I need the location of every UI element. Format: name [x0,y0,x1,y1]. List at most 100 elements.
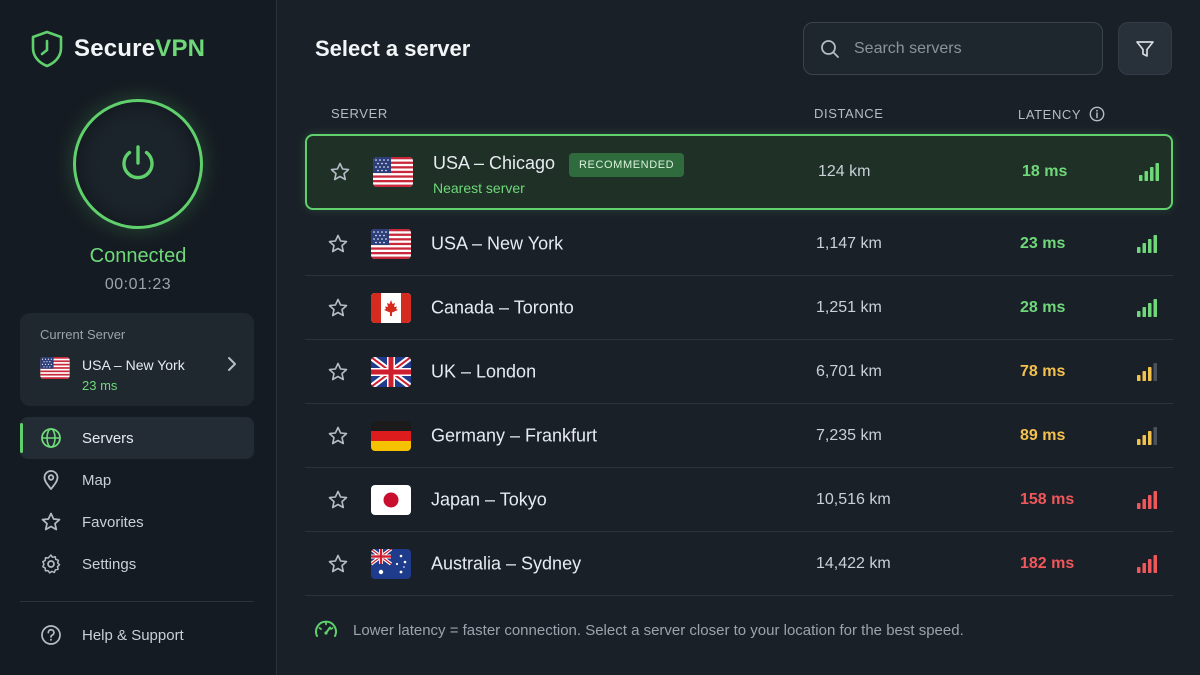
sidebar-item-label: Servers [82,429,134,447]
signal-bar [1153,426,1157,445]
favorite-star-icon[interactable] [327,425,349,447]
help-support-link[interactable]: Help & Support [40,624,184,646]
server-name: USA – Chicago [433,153,556,173]
favorite-star-icon[interactable] [327,553,349,575]
server-row-canada-toronto[interactable]: Canada – Toronto 1,251 km 28 ms [305,276,1173,340]
signal-bar [1148,430,1152,445]
server-name: UK – London [431,361,537,381]
signal-bar [1139,175,1143,181]
signal-bar [1142,306,1146,317]
server-row-germany-frankfurt[interactable]: Germany – Frankfurt 7,235 km 89 ms [305,404,1173,468]
current-server-name: USA – New York [82,357,185,373]
sidebar-item-map[interactable]: Map [20,459,254,501]
server-name: Japan – Tokyo [431,489,547,509]
server-latency: 182 ms [1020,554,1075,572]
sidebar-nav: Servers Map Favorites Settings [20,417,254,585]
sidebar-item-settings[interactable]: Settings [20,543,254,585]
signal-strength-icon [1139,163,1159,181]
us-flag-icon [373,157,413,187]
current-server-card[interactable]: Current Server USA – New York 23 ms [20,313,254,406]
server-subtitle: Nearest server [433,180,525,196]
signal-bar [1148,494,1152,509]
server-name: Australia – Sydney [431,553,582,573]
server-latency: 78 ms [1020,362,1066,380]
signal-bar [1137,438,1141,445]
column-header-server[interactable]: SERVER [331,106,388,121]
signal-bar [1137,246,1141,253]
signal-bar [1153,554,1157,573]
server-distance: 14,422 km [816,554,891,572]
sidebar-item-label: Map [82,471,112,489]
server-row-japan-tokyo[interactable]: Japan – Tokyo 10,516 km 158 ms [305,468,1173,532]
signal-bar [1137,310,1141,317]
ca-flag-icon [371,293,411,323]
search-icon [821,39,839,58]
sidebar-divider [20,601,254,602]
favorite-star-icon[interactable] [327,233,349,255]
filter-button[interactable] [1118,22,1172,75]
column-header-latency[interactable]: LATENCY [1018,106,1105,122]
current-server-latency: 23 ms [82,378,118,393]
server-distance: 124 km [818,163,871,180]
power-icon [122,145,154,180]
signal-bar [1153,362,1157,381]
jp-flag-icon [371,485,411,515]
signal-bar [1150,167,1154,181]
signal-bar [1155,163,1159,181]
signal-bar [1137,566,1141,573]
signal-bar [1142,434,1146,445]
server-row-australia-sydney[interactable]: Australia – Sydney 14,422 km 182 ms [305,532,1173,596]
brand-logo: SecureVPN [30,30,205,68]
signal-strength-icon [1137,490,1157,509]
server-row-uk-london[interactable]: UK – London 6,701 km 78 ms [305,340,1173,404]
signal-strength-icon [1137,298,1157,317]
filter-icon [1136,40,1154,57]
search-input[interactable] [854,39,1094,58]
gear-icon [42,554,61,574]
server-latency: 23 ms [1020,234,1066,252]
latency-tip-text: Lower latency = faster connection. Selec… [353,621,964,639]
signal-bar [1148,366,1152,381]
power-button[interactable] [73,99,203,229]
connection-timer: 00:01:23 [104,276,172,293]
help-icon [41,625,61,645]
signal-bar [1137,502,1141,509]
info-icon[interactable] [1089,106,1105,122]
sidebar-item-label: Settings [82,555,137,573]
server-name: Canada – Toronto [431,297,574,317]
server-latency: 89 ms [1020,426,1066,444]
sidebar-item-favorites[interactable]: Favorites [20,501,254,543]
server-latency: 28 ms [1020,298,1066,316]
server-name: Germany – Frankfurt [431,425,598,445]
us-flag-icon [40,357,70,379]
latency-tip: Lower latency = faster connection. Selec… [313,617,964,643]
signal-bar [1142,242,1146,253]
column-header-latency-label: LATENCY [1018,106,1082,122]
vpn-app-window: SecureVPN Connected 00:01:23 Current Ser… [0,0,1200,675]
server-row-usa-new-york[interactable]: USA – New York 1,147 km 23 ms [305,212,1173,276]
server-distance: 6,701 km [816,362,882,380]
chevron-right-icon [228,357,236,371]
server-distance: 7,235 km [816,426,882,444]
server-distance: 1,147 km [816,234,882,252]
main-panel: Select a server SERVER DISTANCE LATENCY [277,0,1200,675]
signal-bar [1153,490,1157,509]
speedometer-icon [315,620,337,637]
server-row-usa-chicago[interactable]: USA – Chicago RECOMMENDED Nearest server… [305,134,1173,210]
column-header-distance[interactable]: DISTANCE [814,106,884,121]
sidebar-item-servers[interactable]: Servers [20,417,254,459]
search-box [803,22,1103,75]
signal-bar [1142,370,1146,381]
uk-flag-icon [371,357,411,387]
signal-bar [1153,234,1157,253]
globe-icon [41,428,61,448]
favorite-star-icon[interactable] [327,361,349,383]
signal-bar [1148,558,1152,573]
favorite-star-icon[interactable] [327,489,349,511]
map-pin-icon [43,470,59,490]
connection-status: Connected [89,245,187,267]
signal-strength-icon [1137,362,1157,381]
favorite-star-icon[interactable] [329,161,351,183]
favorite-star-icon[interactable] [327,297,349,319]
signal-bar [1144,171,1148,181]
